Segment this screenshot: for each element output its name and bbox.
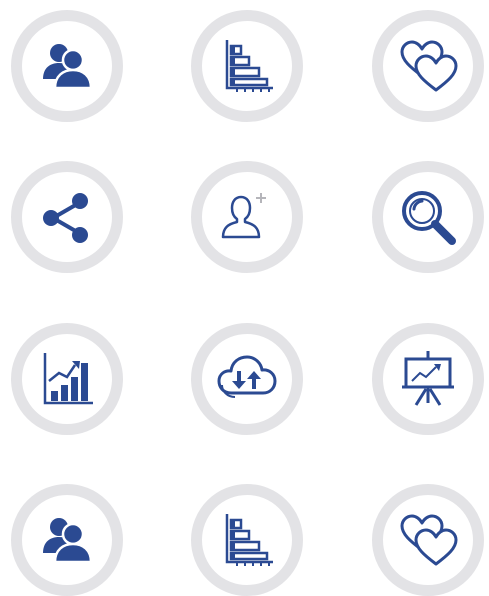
cloud-sync-icon [217,355,277,398]
hearts-icon [400,514,458,566]
growth-chart-tile[interactable] [11,323,123,435]
search-tile[interactable] [372,161,484,273]
share-tile[interactable] [11,161,123,273]
hearts-tile[interactable] [372,10,484,122]
users-icon [43,518,93,564]
users-icon [43,44,93,90]
users-tile[interactable] [11,484,123,596]
share-icon [43,193,88,243]
bar-chart-tile[interactable] [191,10,303,122]
cloud-sync-tile[interactable] [191,323,303,435]
add-user-tile[interactable] [191,161,303,273]
icon-grid [0,0,489,596]
hearts-icon [400,40,458,92]
search-icon [402,191,456,245]
add-user-icon [221,193,266,239]
presentation-icon [402,351,454,406]
bar-chart-tile[interactable] [191,484,303,596]
users-tile[interactable] [11,10,123,122]
growth-chart-icon [43,353,93,405]
presentation-tile[interactable] [372,323,484,435]
bar-chart-icon [225,40,273,92]
bar-chart-icon [225,514,273,566]
hearts-tile[interactable] [372,484,484,596]
